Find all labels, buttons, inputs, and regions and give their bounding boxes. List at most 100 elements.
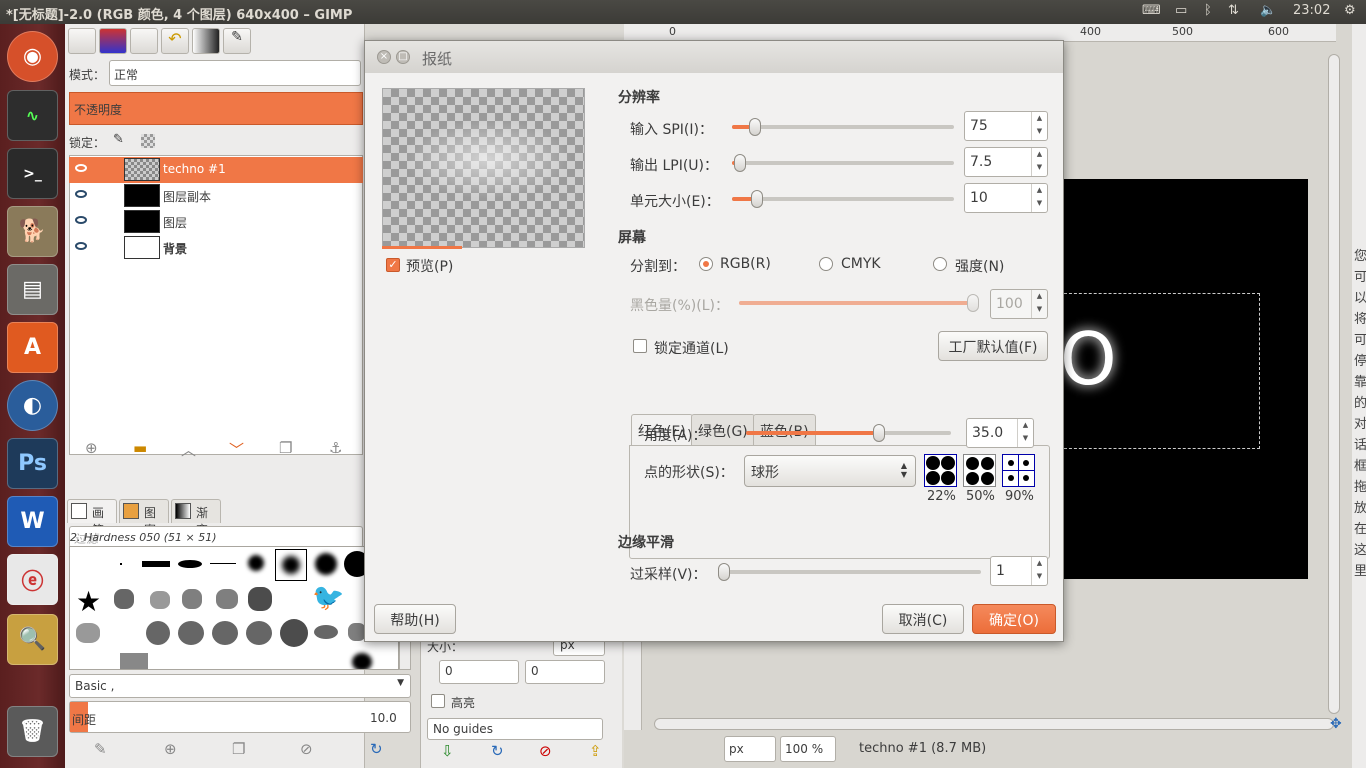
brush-item[interactable]	[314, 625, 338, 639]
horizontal-scrollbar[interactable]	[654, 718, 1334, 730]
navigate-icon[interactable]: ✥	[1330, 716, 1342, 732]
opacity-slider[interactable]: 不透明度	[69, 92, 363, 125]
spot-shape-select[interactable]: 球形 ▲ ▼	[744, 455, 916, 487]
tab-patterns[interactable]: 图案	[119, 499, 169, 537]
output-lpi-spinbox[interactable]: 7.5 ▲ ▼	[964, 147, 1048, 177]
new-layer-icon[interactable]: ⊕	[85, 439, 98, 457]
input-spi-slider[interactable]	[732, 118, 954, 136]
anchor-layer-icon[interactable]: ⚓	[329, 439, 342, 457]
layer-row[interactable]: 背景	[69, 235, 363, 261]
layer-row[interactable]: 图层副本	[69, 183, 363, 209]
help-button[interactable]: 帮助(H)	[374, 604, 456, 634]
export-icon[interactable]: ⇪	[589, 742, 602, 760]
black-amount-spinbox[interactable]: 100 ▲ ▼	[990, 289, 1048, 319]
brush-item[interactable]	[212, 621, 238, 645]
software-center-icon[interactable]: A	[7, 322, 58, 373]
new-group-icon[interactable]: ▬	[133, 439, 147, 457]
zoom-select[interactable]: 100 %	[780, 736, 836, 762]
system-monitor-icon[interactable]: ∿	[7, 90, 58, 141]
spin-arrows[interactable]: ▲ ▼	[1031, 557, 1047, 585]
brush-item[interactable]	[248, 587, 272, 611]
network-icon[interactable]: ⇅	[1228, 3, 1239, 18]
brush-item[interactable]	[178, 560, 202, 568]
spin-arrows[interactable]: ▲ ▼	[1031, 148, 1047, 176]
tab-gradients[interactable]: 渐变	[171, 499, 221, 537]
reload-icon[interactable]: ↻	[491, 742, 504, 760]
cell-size-slider[interactable]	[732, 190, 954, 208]
preview-checkbox[interactable]: ✓	[386, 258, 400, 272]
spin-arrows[interactable]: ▲ ▼	[1031, 184, 1047, 212]
brush-grid[interactable]: ★ 🐦	[69, 546, 399, 670]
battery-icon[interactable]: ▭	[1175, 3, 1187, 18]
unit-select[interactable]: px	[724, 736, 776, 762]
tab-brushes[interactable]: 画笔	[67, 499, 117, 537]
refresh-brushes-icon[interactable]: ↻	[370, 740, 383, 758]
duplicate-layer-icon[interactable]: ❐	[279, 439, 292, 457]
oversample-spinbox[interactable]: 1 ▲ ▼	[990, 556, 1048, 586]
keyboard-icon[interactable]: ⌨	[1142, 3, 1161, 18]
star-brush[interactable]: ★	[76, 585, 101, 618]
layer-row[interactable]: 图层	[69, 209, 363, 235]
angle-slider[interactable]	[746, 424, 951, 442]
input-spi-spinbox[interactable]: 75 ▲ ▼	[964, 111, 1048, 141]
black-amount-slider[interactable]	[739, 294, 979, 312]
word-icon[interactable]: W	[7, 496, 58, 547]
image-viewer-icon[interactable]: 🔍	[7, 614, 58, 665]
brush-item[interactable]	[352, 653, 372, 669]
maximize-icon[interactable]: □	[396, 50, 410, 64]
guide-y-input[interactable]: 0	[525, 660, 605, 684]
image-canvas[interactable]: O	[1060, 179, 1308, 579]
brush-item[interactable]	[248, 555, 264, 571]
brush-item[interactable]	[120, 653, 148, 669]
brush-item[interactable]	[142, 561, 170, 567]
ubuntu-logo-icon[interactable]: ◉	[7, 31, 58, 82]
clock[interactable]: 23:02	[1293, 3, 1330, 18]
layers-tab-icon[interactable]	[99, 28, 127, 54]
eye-icon[interactable]	[75, 190, 87, 198]
photoshop-icon[interactable]: Ps	[7, 438, 58, 489]
bird-brush[interactable]: 🐦	[312, 583, 344, 613]
oversample-slider[interactable]	[718, 563, 981, 581]
brush-tab-icon[interactable]: ✎	[223, 28, 251, 54]
edit-brush-icon[interactable]: ✎	[94, 740, 107, 758]
eye-icon[interactable]	[75, 242, 87, 250]
brush-item[interactable]	[216, 589, 238, 609]
spacing-slider[interactable]: 间距 10.0	[69, 701, 411, 733]
raise-layer-icon[interactable]: ︿	[181, 439, 196, 460]
close-icon[interactable]: ×	[377, 50, 391, 64]
output-lpi-slider[interactable]	[732, 154, 954, 172]
brush-item[interactable]	[178, 621, 204, 645]
duplicate-brush-icon[interactable]: ❐	[232, 740, 245, 758]
lock-alpha-icon[interactable]	[141, 134, 155, 148]
brush-item[interactable]	[182, 589, 202, 609]
brush-item[interactable]	[114, 589, 134, 609]
mode-select[interactable]: 正常	[109, 60, 361, 86]
volume-icon[interactable]: 🔈	[1260, 3, 1276, 18]
brush-item[interactable]	[146, 621, 170, 645]
lock-channels-checkbox[interactable]	[633, 339, 647, 353]
eye-icon[interactable]	[75, 216, 87, 224]
gear-icon[interactable]: ⚙	[1344, 3, 1356, 18]
trash-icon[interactable]: 🗑	[7, 706, 58, 757]
guide-x-input[interactable]: 0	[439, 660, 519, 684]
files-icon[interactable]: ▤	[7, 264, 58, 315]
gradient-tab-icon[interactable]	[192, 28, 220, 54]
rgb-radio[interactable]	[699, 257, 713, 271]
highlight-checkbox[interactable]	[431, 694, 445, 708]
tab-blue[interactable]: 蓝色(B)	[753, 414, 816, 445]
vertical-scrollbar[interactable]	[1328, 54, 1340, 714]
angle-spinbox[interactable]: 35.0 ▲ ▼	[966, 418, 1034, 448]
stop-icon[interactable]: ⊘	[539, 742, 552, 760]
pdf-reader-icon[interactable]: ⓔ	[7, 554, 58, 605]
spin-arrows[interactable]: ▲ ▼	[1017, 419, 1033, 447]
cmyk-radio[interactable]	[819, 257, 833, 271]
layer-row[interactable]: techno #1	[69, 157, 363, 183]
brush-item[interactable]	[120, 563, 122, 565]
spin-arrows[interactable]: ▲ ▼	[1031, 290, 1047, 318]
selected-brush[interactable]	[275, 549, 307, 581]
brush-item[interactable]	[210, 563, 236, 564]
intensity-radio[interactable]	[933, 257, 947, 271]
brush-preset-select[interactable]: Basic , ▼	[69, 674, 411, 698]
brush-item[interactable]	[76, 623, 100, 643]
lock-pixels-icon[interactable]: ✎	[113, 132, 124, 147]
